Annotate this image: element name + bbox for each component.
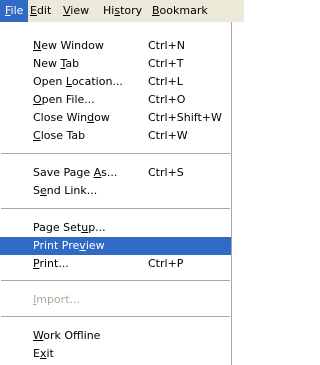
menu-item-close-tab[interactable]: Close Tab Ctrl+W bbox=[0, 127, 231, 145]
menu-item-label: Print Preview bbox=[33, 239, 105, 252]
menu-item-shortcut: Ctrl+L bbox=[148, 75, 183, 88]
menu-item-label: Save Page As... bbox=[33, 166, 118, 179]
menu-item-label: Close Tab bbox=[33, 129, 86, 142]
menu-separator bbox=[1, 280, 230, 281]
menu-item-exit[interactable]: Exit bbox=[0, 345, 231, 363]
menu-item-print-preview[interactable]: Print Preview bbox=[0, 237, 231, 255]
menu-item-label: New Tab bbox=[33, 57, 80, 70]
menu-item-work-offline[interactable]: Work Offline bbox=[0, 327, 231, 345]
menu-bookmarks[interactable]: Bookmark bbox=[147, 0, 213, 22]
menu-item-label: Open Location... bbox=[33, 75, 123, 88]
file-menu-dropdown: New Window Ctrl+N New Tab Ctrl+T Open Lo… bbox=[0, 22, 232, 365]
menu-item-shortcut: Ctrl+T bbox=[148, 57, 184, 70]
menu-item-label: Close Window bbox=[33, 111, 110, 124]
menu-item-shortcut: Ctrl+W bbox=[148, 129, 188, 142]
menu-edit[interactable]: Edit bbox=[25, 0, 56, 22]
menu-item-open-file[interactable]: Open File... Ctrl+O bbox=[0, 91, 231, 109]
menu-bar: File Edit View History Bookmark bbox=[0, 0, 244, 22]
menu-item-label: Exit bbox=[33, 347, 54, 360]
menu-item-print[interactable]: Print... Ctrl+P bbox=[0, 255, 231, 273]
menu-item-new-tab[interactable]: New Tab Ctrl+T bbox=[0, 55, 231, 73]
menu-item-new-window[interactable]: New Window Ctrl+N bbox=[0, 37, 231, 55]
menu-separator bbox=[1, 208, 230, 209]
menu-item-import: Import... bbox=[0, 291, 231, 309]
menu-item-label: Print... bbox=[33, 257, 69, 270]
menu-item-shortcut: Ctrl+S bbox=[148, 166, 184, 179]
menu-item-label: Page Setup... bbox=[33, 221, 106, 234]
menu-history[interactable]: History bbox=[98, 0, 147, 22]
menu-item-shortcut: Ctrl+O bbox=[148, 93, 186, 106]
menu-item-shortcut: Ctrl+N bbox=[148, 39, 186, 52]
menu-item-shortcut: Ctrl+P bbox=[148, 257, 184, 270]
menu-item-shortcut: Ctrl+Shift+W bbox=[148, 111, 222, 124]
menu-item-label: New Window bbox=[33, 39, 104, 52]
menu-item-page-setup[interactable]: Page Setup... bbox=[0, 219, 231, 237]
menu-item-save-page-as[interactable]: Save Page As... Ctrl+S bbox=[0, 164, 231, 182]
menu-item-close-window[interactable]: Close Window Ctrl+Shift+W bbox=[0, 109, 231, 127]
menu-item-send-link[interactable]: Send Link... bbox=[0, 182, 231, 200]
menu-separator bbox=[1, 316, 230, 317]
menu-item-label: Send Link... bbox=[33, 184, 98, 197]
menu-item-open-location[interactable]: Open Location... Ctrl+L bbox=[0, 73, 231, 91]
menu-item-label: Work Offline bbox=[33, 329, 101, 342]
menu-view[interactable]: View bbox=[58, 0, 94, 22]
menu-item-label: Open File... bbox=[33, 93, 95, 106]
menu-item-label: Import... bbox=[33, 293, 81, 306]
menu-separator bbox=[1, 153, 230, 154]
